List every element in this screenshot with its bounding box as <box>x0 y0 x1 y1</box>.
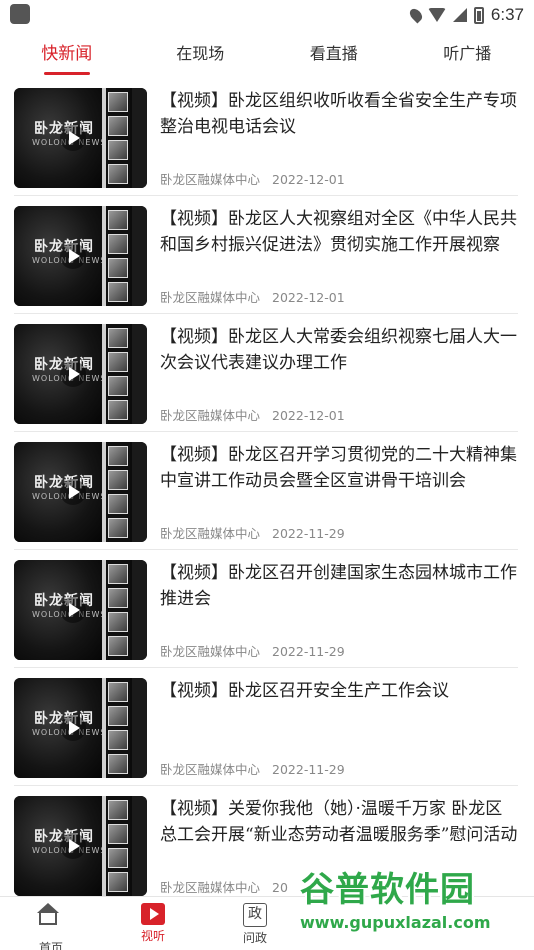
news-item[interactable]: 卧龙新闻 WOLONG NEWS 【视频】卧龙区人大视察组对全区《中华人民共和国… <box>14 196 518 314</box>
news-title[interactable]: 【视频】卧龙区召开创建国家生态园林城市工作推进会 <box>160 560 518 612</box>
video-thumbnail[interactable]: 卧龙新闻 WOLONG NEWS <box>14 88 147 188</box>
news-source: 卧龙区融媒体中心 <box>160 172 261 187</box>
news-item[interactable]: 卧龙新闻 WOLONG NEWS 【视频】卧龙区组织收听收看全省安全生产专项整治… <box>14 78 518 196</box>
news-title[interactable]: 【视频】卧龙区人大视察组对全区《中华人民共和国乡村振兴促进法》贯彻实施工作开展视… <box>160 206 518 258</box>
news-title[interactable]: 【视频】卧龙区人大常委会组织视察七届人大一次会议代表建议办理工作 <box>160 324 518 376</box>
news-meta: 卧龙区融媒体中心 2022-12-01 <box>160 287 345 306</box>
tab-kan-zhibo[interactable]: 看直播 <box>267 30 401 78</box>
news-date: 20 <box>272 880 288 895</box>
play-icon[interactable] <box>60 715 86 741</box>
video-thumbnail[interactable]: 卧龙新闻 WOLONG NEWS <box>14 560 147 660</box>
video-thumbnail[interactable]: 卧龙新闻 WOLONG NEWS <box>14 678 147 778</box>
news-meta: 卧龙区融媒体中心 2022-12-01 <box>160 405 345 424</box>
news-meta: 卧龙区融媒体中心 2022-11-29 <box>160 759 345 778</box>
play-icon[interactable] <box>60 833 86 859</box>
news-meta: 卧龙区融媒体中心 2022-11-29 <box>160 523 345 542</box>
zheng-icon: 政 <box>243 903 267 927</box>
news-meta: 卧龙区融媒体中心 2022-12-01 <box>160 169 345 188</box>
news-date: 2022-12-01 <box>272 408 345 423</box>
video-thumbnail[interactable]: 卧龙新闻 WOLONG NEWS <box>14 324 147 424</box>
location-icon <box>407 6 425 24</box>
bottom-nav: 首页 视听 政 问政 <box>0 896 534 950</box>
news-source: 卧龙区融媒体中心 <box>160 526 261 541</box>
nav-video-label: 视听 <box>140 929 165 943</box>
news-item[interactable]: 卧龙新闻 WOLONG NEWS 【视频】卧龙区召开创建国家生态园林城市工作推进… <box>14 550 518 668</box>
category-tabs: 快新闻 在现场 看直播 听广播 <box>0 30 534 78</box>
news-title[interactable]: 【视频】卧龙区召开安全生产工作会议 <box>160 678 518 704</box>
news-source: 卧龙区融媒体中心 <box>160 762 261 777</box>
news-item[interactable]: 卧龙新闻 WOLONG NEWS 【视频】卧龙区人大常委会组织视察七届人大一次会… <box>14 314 518 432</box>
nav-video[interactable]: 视听 <box>102 897 204 950</box>
news-title[interactable]: 【视频】卧龙区召开学习贯彻党的二十大精神集中宣讲工作动员会暨全区宣讲骨干培训会 <box>160 442 518 494</box>
news-list: 卧龙新闻 WOLONG NEWS 【视频】卧龙区组织收听收看全省安全生产专项整治… <box>0 78 534 904</box>
news-title[interactable]: 【视频】卧龙区组织收听收看全省安全生产专项整治电视电话会议 <box>160 88 518 140</box>
play-icon[interactable] <box>60 125 86 151</box>
video-thumbnail[interactable]: 卧龙新闻 WOLONG NEWS <box>14 796 147 896</box>
status-bar: 6:37 <box>0 0 534 30</box>
news-date: 2022-11-29 <box>272 526 345 541</box>
play-icon[interactable] <box>60 479 86 505</box>
news-date: 2022-12-01 <box>272 290 345 305</box>
video-icon <box>141 903 165 925</box>
news-item[interactable]: 卧龙新闻 WOLONG NEWS 【视频】卧龙区召开安全生产工作会议 卧龙区融媒… <box>14 668 518 786</box>
news-meta: 卧龙区融媒体中心 20 <box>160 877 288 896</box>
news-meta: 卧龙区融媒体中心 2022-11-29 <box>160 641 345 660</box>
news-date: 2022-11-29 <box>272 762 345 777</box>
clock: 6:37 <box>490 5 524 24</box>
tab-zai-xianchang[interactable]: 在现场 <box>134 30 268 78</box>
news-source: 卧龙区融媒体中心 <box>160 290 261 305</box>
news-item[interactable]: 卧龙新闻 WOLONG NEWS 【视频】关爱你我他（她）·温暖千万家 卧龙区总… <box>14 786 518 904</box>
tab-ting-guangbo[interactable]: 听广播 <box>401 30 534 78</box>
nav-wenzheng[interactable]: 政 问政 <box>204 897 306 950</box>
home-icon <box>37 903 63 937</box>
play-icon[interactable] <box>60 243 86 269</box>
nav-home-label: 首页 <box>38 941 63 950</box>
wifi-icon <box>427 8 446 22</box>
play-icon[interactable] <box>60 361 86 387</box>
news-source: 卧龙区融媒体中心 <box>160 644 261 659</box>
news-source: 卧龙区融媒体中心 <box>160 408 261 423</box>
news-source: 卧龙区融媒体中心 <box>160 880 261 895</box>
news-item[interactable]: 卧龙新闻 WOLONG NEWS 【视频】卧龙区召开学习贯彻党的二十大精神集中宣… <box>14 432 518 550</box>
play-icon[interactable] <box>60 597 86 623</box>
news-title[interactable]: 【视频】关爱你我他（她）·温暖千万家 卧龙区总工会开展“新业态劳动者温暖服务季”… <box>160 796 518 848</box>
battery-icon <box>473 6 484 24</box>
status-icons: 6:37 <box>407 3 524 27</box>
video-thumbnail[interactable]: 卧龙新闻 WOLONG NEWS <box>14 442 147 542</box>
news-date: 2022-11-29 <box>272 644 345 659</box>
nav-home[interactable]: 首页 <box>0 897 102 950</box>
app-notification-icon <box>10 4 30 24</box>
nav-wenzheng-label: 问政 <box>242 931 267 945</box>
news-date: 2022-12-01 <box>272 172 345 187</box>
video-thumbnail[interactable]: 卧龙新闻 WOLONG NEWS <box>14 206 147 306</box>
signal-icon <box>452 8 467 22</box>
tab-kuai-xinwen[interactable]: 快新闻 <box>0 30 134 78</box>
